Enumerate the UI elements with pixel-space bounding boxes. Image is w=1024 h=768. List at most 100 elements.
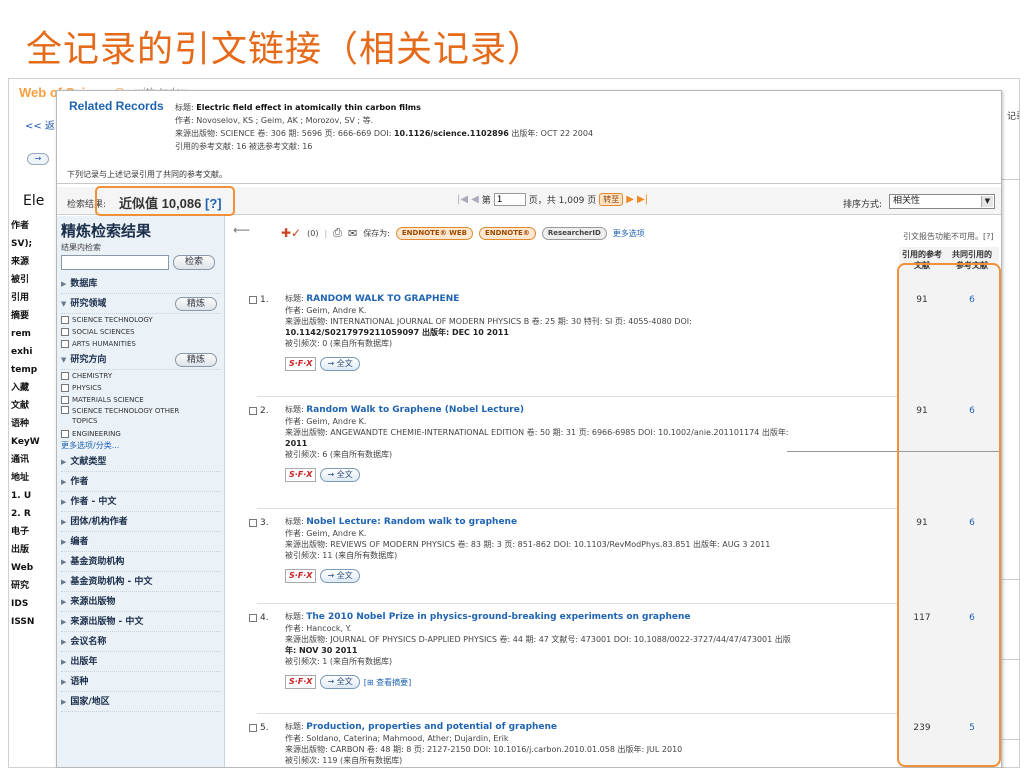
facet-header[interactable]: ▶ 团体/机构作者 bbox=[61, 512, 221, 532]
full-text-button[interactable]: → 全文 bbox=[320, 569, 360, 583]
record-title-link[interactable]: Nobel Lecture: Random walk to graphene bbox=[306, 517, 517, 527]
researcherid-button[interactable]: ResearcherID bbox=[541, 226, 607, 240]
right-edge-text: 记录 bbox=[1007, 112, 1019, 122]
checkbox[interactable] bbox=[61, 372, 69, 380]
endnote-web-button[interactable]: ENDNOTE® WEB bbox=[395, 226, 473, 240]
triangle-right-icon: ▶ bbox=[61, 638, 67, 646]
checkbox[interactable] bbox=[61, 384, 69, 392]
facet-header[interactable]: ▶ 基金资助机构 - 中文 bbox=[61, 572, 221, 592]
first-page-icon[interactable]: |◀ bbox=[457, 194, 468, 205]
more-options-link[interactable]: 更多选项/分类... bbox=[61, 440, 221, 452]
record-checkbox[interactable] bbox=[249, 296, 257, 304]
full-text-button[interactable]: → 全文 bbox=[320, 468, 360, 482]
facet-option[interactable]: CHEMISTRY bbox=[61, 370, 221, 382]
facet-option[interactable]: SOCIAL SCIENCES bbox=[61, 326, 221, 338]
facet-header[interactable]: ▶ 国家/地区 bbox=[61, 692, 221, 712]
record-number: 2. bbox=[260, 406, 269, 416]
triangle-right-icon: ▶ bbox=[61, 558, 67, 566]
facet-option[interactable]: ARTS HUMANITIES bbox=[61, 338, 221, 350]
divider bbox=[257, 508, 897, 509]
facet-option[interactable]: SCIENCE TECHNOLOGY bbox=[61, 314, 221, 326]
divider bbox=[257, 396, 897, 397]
facet-option-label: CHEMISTRY bbox=[72, 372, 113, 380]
facet-header[interactable]: ▶ 编者 bbox=[61, 532, 221, 552]
back-link[interactable]: << 返 bbox=[25, 117, 55, 132]
facet-header[interactable]: ▶ 作者 bbox=[61, 472, 221, 492]
record-body: 标题: RANDOM WALK TO GRAPHENE 作者: Geim, And… bbox=[285, 293, 895, 371]
facet-header[interactable]: ▶ 作者 - 中文 bbox=[61, 492, 221, 512]
related-records-label: Related Records bbox=[69, 99, 164, 113]
facet-header[interactable]: ▶ 语种 bbox=[61, 672, 221, 692]
print-icon[interactable]: ⎙ bbox=[333, 226, 342, 240]
citation-report-note: 引文报告功能不可用。[?] bbox=[903, 232, 994, 241]
facet-header[interactable]: ▶ 出版年 bbox=[61, 652, 221, 672]
facet-option-label: ARTS HUMANITIES bbox=[72, 340, 136, 348]
record-title-link[interactable]: RANDOM WALK TO GRAPHENE bbox=[306, 294, 459, 304]
record-authors: 作者: Soldano, Caterina; Mahmood, Ather; D… bbox=[285, 734, 509, 743]
field-label: 通讯 bbox=[11, 455, 30, 465]
last-page-icon[interactable]: ▶| bbox=[637, 194, 648, 205]
checkbox[interactable] bbox=[61, 328, 69, 336]
triangle-right-icon: ▶ bbox=[61, 578, 67, 586]
search-within-button[interactable]: 检索 bbox=[173, 255, 215, 270]
search-within-input[interactable] bbox=[61, 255, 169, 270]
facet-header[interactable]: ▶ 文献类型 bbox=[61, 452, 221, 472]
sfx-button[interactable]: S·F·X bbox=[285, 357, 317, 371]
facet-option[interactable]: SCIENCE TECHNOLOGY OTHER TOPICS bbox=[61, 406, 221, 428]
facet-header[interactable]: ▶ 会议名称 bbox=[61, 632, 221, 652]
record-checkbox[interactable] bbox=[249, 614, 257, 622]
field-label: 引用 bbox=[11, 293, 30, 303]
facet-option[interactable]: MATERIALS SCIENCE bbox=[61, 394, 221, 406]
checkbox[interactable] bbox=[61, 406, 69, 414]
divider bbox=[1001, 659, 1019, 660]
sfx-button[interactable]: S·F·X bbox=[285, 569, 317, 583]
facet-option[interactable]: PHYSICS bbox=[61, 382, 221, 394]
record-title-link[interactable]: The 2010 Nobel Prize in physics-ground-b… bbox=[306, 612, 690, 622]
record-title-link[interactable]: Random Walk to Graphene (Nobel Lecture) bbox=[306, 405, 524, 415]
record-checkbox[interactable] bbox=[249, 724, 257, 732]
facet-header[interactable]: ▶ 数据库 bbox=[61, 274, 221, 294]
facet-option-label: PHYSICS bbox=[72, 384, 102, 392]
checkbox[interactable] bbox=[61, 316, 69, 324]
record-number-wrap: 1. bbox=[249, 295, 269, 305]
sfx-button[interactable]: S·F·X bbox=[285, 468, 317, 482]
facet-header[interactable]: ▶ 基金资助机构 bbox=[61, 552, 221, 572]
record-checkbox[interactable] bbox=[249, 407, 257, 415]
checkbox[interactable] bbox=[61, 430, 69, 438]
record-times-cited: 被引频次: 119 (来自所有数据库) bbox=[285, 756, 403, 765]
record-checkbox[interactable] bbox=[249, 519, 257, 527]
sfx-button[interactable]: S·F·X bbox=[285, 675, 317, 689]
return-arrow-icon[interactable]: ⟵ bbox=[233, 223, 250, 237]
checkbox[interactable] bbox=[61, 340, 69, 348]
more-options-link[interactable]: 更多选项 bbox=[613, 228, 645, 239]
marked-list-icon[interactable]: ✚✓ bbox=[281, 226, 301, 240]
email-icon[interactable]: ✉ bbox=[348, 227, 357, 240]
facet-option[interactable]: ENGINEERING bbox=[61, 428, 221, 440]
page-number-input[interactable] bbox=[493, 193, 526, 206]
record-source-cont: 10.1142/S0217979211059097 出版年: DEC 10 20… bbox=[285, 328, 509, 337]
go-button[interactable]: 转至 bbox=[599, 193, 624, 206]
prev-page-icon[interactable]: ◀ bbox=[471, 194, 479, 205]
divider bbox=[1001, 579, 1019, 580]
facet-label: 出版年 bbox=[70, 657, 98, 667]
next-page-icon[interactable]: ▶ bbox=[626, 194, 634, 205]
facet-header[interactable]: ▶ 来源出版物 - 中文 bbox=[61, 612, 221, 632]
full-text-button[interactable]: → 全文 bbox=[320, 357, 360, 371]
record-title-link[interactable]: Production, properties and potential of … bbox=[306, 722, 557, 732]
refine-button[interactable]: 精炼 bbox=[175, 353, 217, 367]
sort-select[interactable]: 相关性 ▼ bbox=[889, 194, 995, 209]
shared-refs-note: 下列记录与上述记录引用了共同的参考文献。 bbox=[67, 170, 227, 179]
sort-label: 排序方式: bbox=[843, 200, 883, 210]
checkbox[interactable] bbox=[61, 396, 69, 404]
full-text-button[interactable]: → 全文 bbox=[320, 675, 360, 689]
record-times-cited: 被引频次: 0 (来自所有数据库) bbox=[285, 339, 393, 348]
field-label: 语种 bbox=[11, 419, 30, 429]
facet-label: 数据库 bbox=[70, 279, 98, 289]
facet-header[interactable]: ▼ 研究领域 精炼 bbox=[61, 294, 221, 314]
refine-button[interactable]: 精炼 bbox=[175, 297, 217, 311]
endnote-button[interactable]: ENDNOTE® bbox=[478, 226, 536, 240]
facet-header[interactable]: ▼ 研究方向 精炼 bbox=[61, 350, 221, 370]
view-abstract-link[interactable]: [⊞ 查看摘要] bbox=[364, 677, 412, 688]
facet-header[interactable]: ▶ 来源出版物 bbox=[61, 592, 221, 612]
nav-button[interactable]: → bbox=[27, 153, 49, 165]
